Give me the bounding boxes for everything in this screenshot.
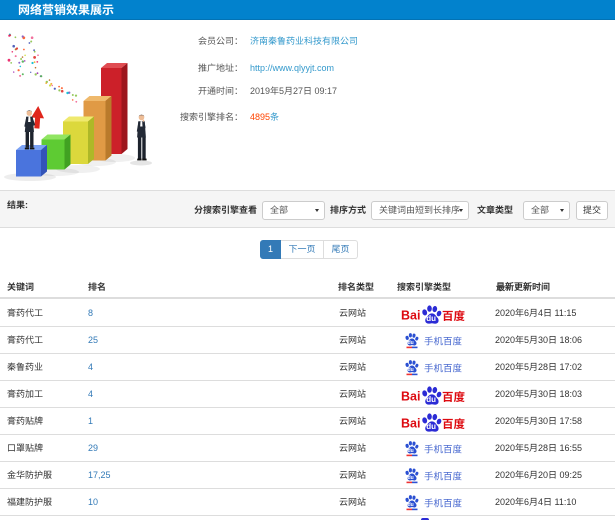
svg-text:du: du (426, 395, 436, 404)
svg-text:du: du (408, 502, 414, 508)
svg-text:百度: 百度 (442, 308, 465, 324)
svg-text:手机百度: 手机百度 (424, 468, 463, 482)
svg-text:du: du (408, 475, 414, 481)
svg-text:百度: 百度 (442, 416, 465, 432)
svg-text:百度: 百度 (442, 389, 465, 405)
svg-text:手机百度: 手机百度 (424, 333, 463, 347)
svg-text:du: du (408, 340, 414, 346)
svg-text:Bai: Bai (401, 417, 420, 431)
svg-text:手机百度: 手机百度 (424, 360, 463, 374)
svg-text:手机百度: 手机百度 (424, 441, 463, 455)
svg-text:du: du (426, 422, 436, 431)
svg-text:Bai: Bai (401, 309, 420, 323)
svg-text:du: du (408, 367, 414, 373)
svg-text:du: du (426, 314, 436, 323)
svg-text:Bai: Bai (401, 390, 420, 404)
svg-text:du: du (408, 448, 414, 454)
svg-text:手机百度: 手机百度 (424, 495, 463, 509)
